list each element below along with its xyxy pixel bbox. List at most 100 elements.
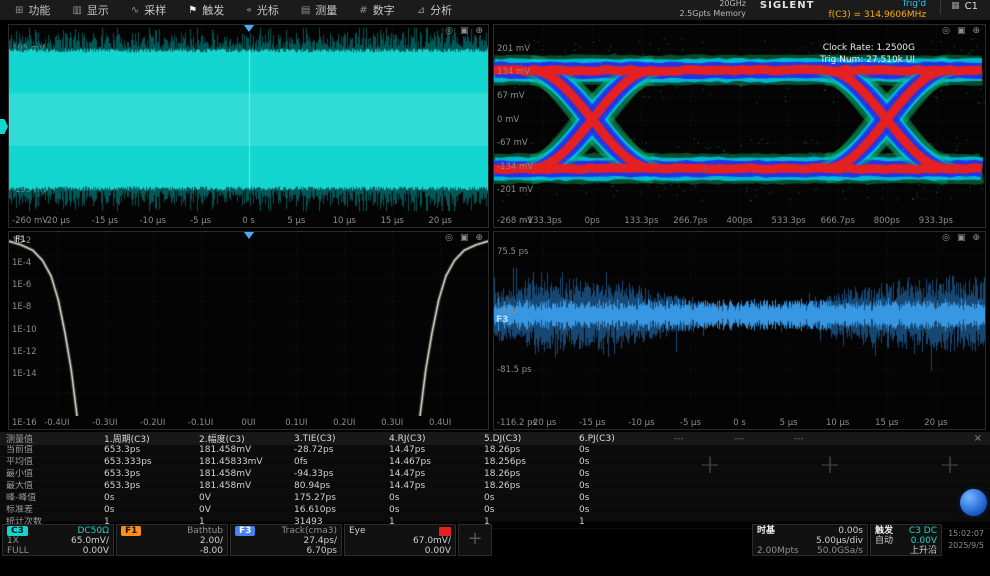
trigger-box[interactable]: 触发 C3 DC 自动 0.00V 上升沿 [870, 524, 942, 556]
expand-icon[interactable]: ▣ [957, 26, 966, 36]
measurement-value: 18.26ps [484, 481, 579, 492]
snapshot-icon[interactable]: ◎ [942, 26, 950, 36]
measurement-column-header[interactable]: 3.TIE(C3) [294, 434, 389, 444]
x-tick-label: 20 µs [924, 418, 947, 428]
x-tick-label: 0 s [733, 418, 746, 428]
bathtub-canvas[interactable] [9, 232, 488, 416]
timebase-box[interactable]: 时基 0.00s 5.00µs/div 2.00Mpts 50.0GSa/s [752, 524, 868, 556]
y-tick-label: 1E-4 [12, 258, 31, 268]
expand-icon[interactable]: ▣ [957, 233, 966, 243]
clock-date: 2025/9/5 [948, 540, 984, 552]
measurement-row-label: 标准差 [0, 505, 104, 516]
f1-trace-tag[interactable]: F1 [15, 235, 26, 245]
x-tick-label: 666.7ps [821, 216, 855, 226]
menubar-status: 20GHz 2.5Gpts Memory SIGLENT Trig'd f(C3… [680, 0, 990, 21]
brand-logo: SIGLENT [760, 0, 815, 12]
menu-item[interactable]: ▥ 显示 [61, 0, 119, 20]
menu-item-label: 数字 [373, 2, 395, 18]
x-tick-label: 5 µs [287, 216, 305, 226]
x-tick-label: 0.1UI [285, 418, 307, 428]
x-tick-label: 10 µs [826, 418, 849, 428]
menu-item[interactable]: ∿ 采样 [120, 0, 177, 20]
menu-item[interactable]: ⊞ 功能 [4, 0, 61, 20]
menu-item-label: 功能 [28, 2, 50, 18]
trigger-position-marker[interactable] [244, 25, 254, 37]
menu-icon[interactable]: ⊕ [972, 233, 980, 243]
measurement-column-header[interactable]: 1.周期(C3) [104, 432, 199, 445]
measurement-row[interactable]: 最大值 653.3ps 181.458mV 80.94ps 14.47ps 18… [0, 481, 990, 493]
expand-icon[interactable]: ▣ [460, 26, 469, 36]
panel-bathtub: F1 1E-21E-41E-61E-81E-101E-121E-14 ◎ ▣ ⊕… [8, 231, 489, 430]
menu-item-icon: # [359, 5, 367, 16]
measurement-column-header[interactable]: 6.PJ(C3) [579, 434, 674, 444]
measurement-value: 80.94ps [294, 481, 389, 492]
channel-c3-box[interactable]: C3 DC50Ω 1X 65.0mV/ FULL 0.00V [2, 524, 114, 556]
menu-item-icon: ▥ [72, 5, 81, 16]
snapshot-icon[interactable]: ◎ [445, 26, 453, 36]
measurement-value: 0s [579, 481, 674, 492]
function-f1-box[interactable]: F1 Bathtub 2.00/ -8.00 [116, 524, 228, 556]
trig-num-readout: Trig Num: 27,510k UI [820, 54, 915, 66]
snapshot-icon[interactable]: ◎ [942, 233, 950, 243]
snapshot-icon[interactable]: ◎ [445, 233, 453, 243]
measurement-value: 14.47ps [389, 469, 484, 480]
eye-box[interactable]: Eye 67.0mV/ 0.00V [344, 524, 456, 556]
menu-item[interactable]: ⊿ 分析 [406, 0, 463, 20]
f3-trace-tag[interactable]: F3 [496, 315, 508, 325]
measurement-value: 181.458mV [199, 445, 294, 456]
add-measurement-button[interactable]: + [930, 450, 970, 480]
menu-item-icon: ▤ [301, 5, 310, 16]
measurement-value: 14.47ps [389, 445, 484, 456]
f1-scale: 2.00/ [200, 536, 223, 546]
x-tick-label: 0ps [585, 216, 600, 226]
measurement-value: 175.27ps [294, 493, 389, 504]
menu-item-icon: ⌖ [246, 5, 252, 16]
add-measurement-button[interactable]: + [810, 450, 850, 480]
channel-grid-icon: ▦ [951, 1, 960, 11]
measurement-column-header[interactable]: --- [674, 434, 734, 444]
add-measurement-button[interactable]: + [690, 450, 730, 480]
c3-offset: 0.00V [83, 546, 109, 556]
measurement-column-header[interactable]: 测量值 [0, 432, 104, 445]
timebase-title: 时基 [757, 526, 775, 536]
expand-icon[interactable]: ▣ [460, 233, 469, 243]
add-trace-button[interactable]: + [458, 524, 492, 556]
close-icon[interactable]: × [974, 432, 982, 445]
x-tick-label: -133.3ps [524, 216, 561, 226]
menu-icon[interactable]: ⊕ [972, 26, 980, 36]
timebase-delay: 0.00s [838, 526, 863, 536]
measurement-column-header[interactable]: 2.幅度(C3) [199, 432, 294, 445]
measurement-row[interactable]: 标准差 0s 0V 16.610ps 0s 0s 0s [0, 505, 990, 517]
measurement-column-header[interactable]: 5.DJ(C3) [484, 434, 579, 444]
c3-position-marker[interactable] [0, 119, 8, 134]
waveform-canvas[interactable] [9, 25, 488, 214]
bandwidth-label: 20GHz [680, 0, 746, 9]
menu-item[interactable]: ⌖ 光标 [235, 0, 290, 20]
measurement-value: 0s [389, 493, 484, 504]
measurement-value: 181.45833mV [199, 457, 294, 468]
eye-scale: 67.0mV/ [413, 536, 451, 546]
navigate-button[interactable] [960, 489, 987, 516]
measurement-column-header[interactable]: 4.RJ(C3) [389, 434, 484, 444]
menu-item[interactable]: # 数字 [348, 0, 405, 20]
measurement-value: 1 [579, 517, 674, 528]
menu-icon[interactable]: ⊕ [475, 26, 483, 36]
measurement-column-header[interactable]: --- [734, 434, 794, 444]
trigger-position-marker[interactable] [244, 232, 254, 244]
y-tick-label: 201 mV [497, 44, 530, 54]
clock-time: 15:02:07 [948, 528, 984, 540]
menu-item[interactable]: ▤ 测量 [290, 0, 348, 20]
measurement-column-header[interactable]: --- [794, 434, 854, 444]
measurement-value: 1 [484, 517, 579, 528]
jitter-track-canvas[interactable] [494, 232, 985, 416]
measurement-value: 18.26ps [484, 469, 579, 480]
channel-selector-label: C1 [965, 1, 978, 12]
channel-selector[interactable]: ▦ C1 [940, 0, 982, 14]
function-f3-box[interactable]: F3 Track(cma3) 27.4ps/ 6.70ps [230, 524, 342, 556]
measurement-row[interactable]: 峰-峰值 0s 0V 175.27ps 0s 0s 0s [0, 493, 990, 505]
menu-item[interactable]: ⚑ 触发 [177, 0, 235, 20]
x-tick-label: 5 µs [780, 418, 798, 428]
measurement-row-label: 当前值 [0, 445, 104, 456]
menu-icon[interactable]: ⊕ [475, 233, 483, 243]
datetime-box: 15:02:07 2025/9/5 [944, 524, 988, 556]
